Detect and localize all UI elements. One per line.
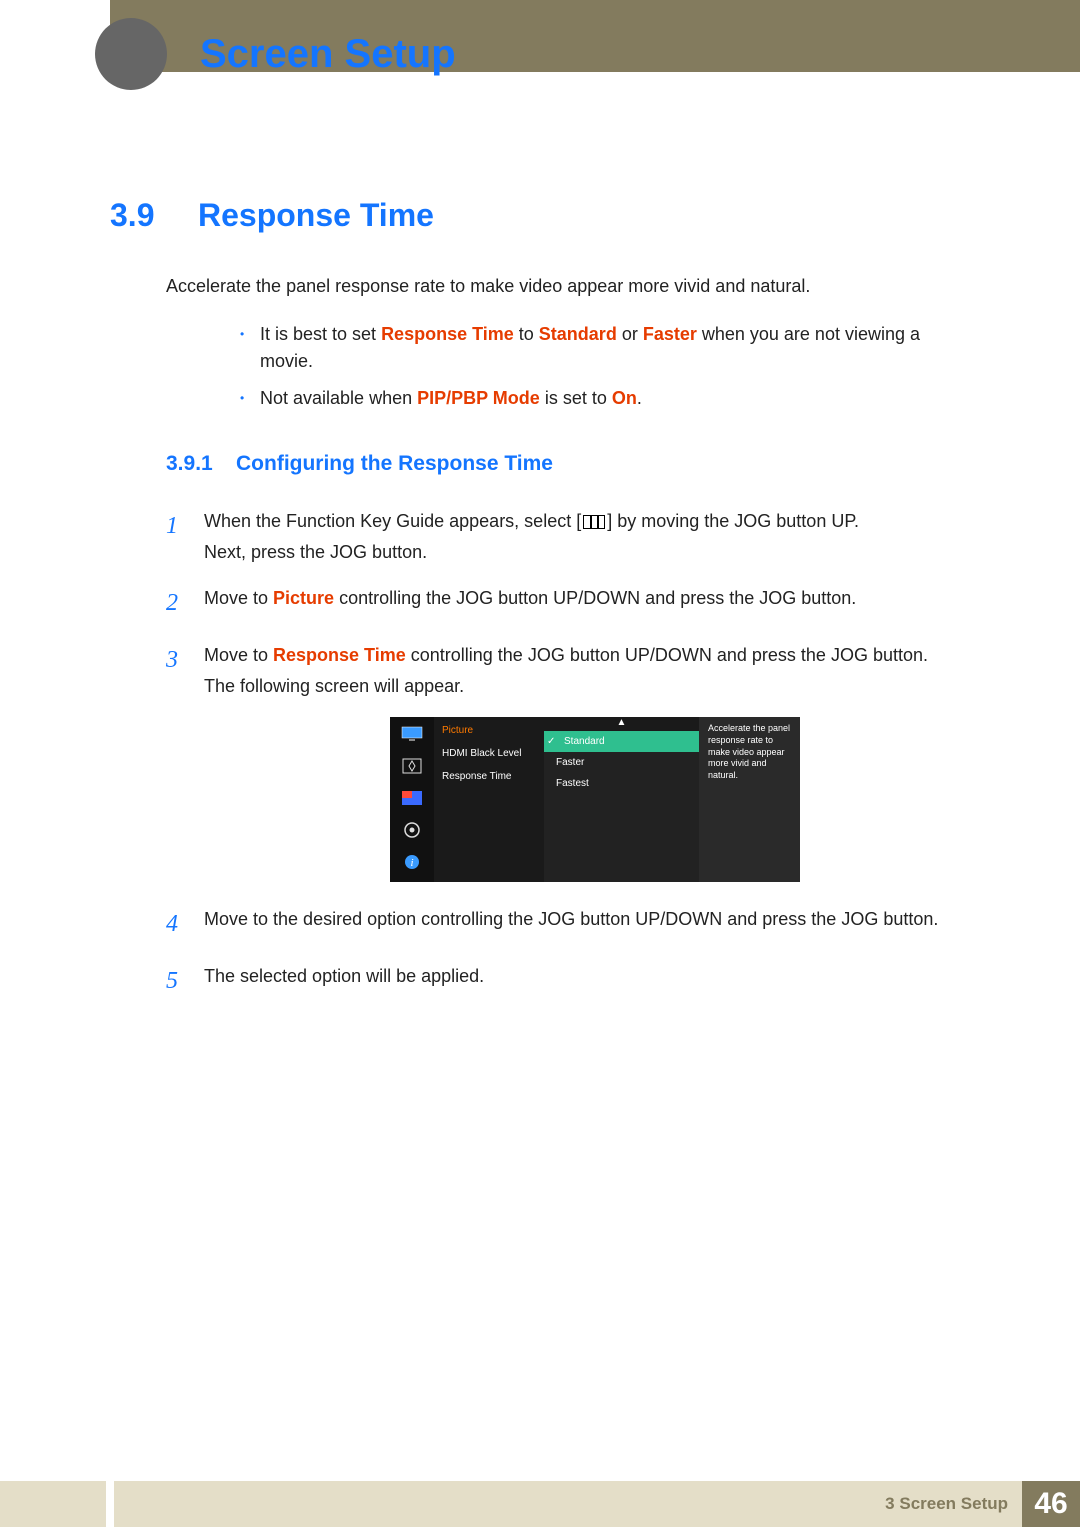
subsection-heading: 3.9.1 Configuring the Response Time bbox=[166, 452, 970, 476]
step-item: 2 Move to Picture controlling the JOG bu… bbox=[166, 583, 970, 624]
steps-list-cont: 4 Move to the desired option controlling… bbox=[166, 904, 970, 1002]
step-item: 3 Move to Response Time controlling the … bbox=[166, 640, 970, 701]
step-number: 3 bbox=[166, 640, 204, 701]
header-bar bbox=[0, 0, 1080, 72]
subsection-title: Configuring the Response Time bbox=[236, 452, 553, 476]
text: ] by moving the JOG button UP. bbox=[607, 511, 859, 531]
footer-left-stub bbox=[0, 1481, 106, 1527]
highlight: Faster bbox=[643, 324, 697, 344]
footer-gap bbox=[110, 1481, 114, 1527]
footer-bar: 3 Screen Setup 46 bbox=[110, 1481, 1080, 1527]
highlight: PIP/PBP Mode bbox=[417, 388, 540, 408]
highlight: Response Time bbox=[273, 645, 406, 665]
section-heading: 3.9 Response Time bbox=[110, 197, 970, 234]
osd-screenshot: i Picture HDMI Black Level Response Time… bbox=[390, 717, 800, 882]
osd-arrow-up: ▲ bbox=[544, 717, 699, 731]
subsection-number: 3.9.1 bbox=[166, 452, 236, 476]
step-number: 4 bbox=[166, 904, 204, 945]
text: . bbox=[637, 388, 642, 408]
page-content: 3.9 Response Time Accelerate the panel r… bbox=[0, 72, 1080, 1002]
osd-option-selected: Standard bbox=[544, 731, 699, 752]
text: to bbox=[514, 324, 539, 344]
note-item: Not available when PIP/PBP Mode is set t… bbox=[240, 385, 970, 412]
highlight: Response Time bbox=[381, 324, 514, 344]
svg-text:i: i bbox=[410, 857, 413, 869]
osd-option: Fastest bbox=[544, 773, 699, 794]
chapter-badge-circle bbox=[95, 18, 167, 90]
step-number: 1 bbox=[166, 506, 204, 567]
text: controlling the JOG button UP/DOWN and p… bbox=[406, 645, 928, 665]
step-item: 4 Move to the desired option controlling… bbox=[166, 904, 970, 945]
osd-menu-items: Picture HDMI Black Level Response Time bbox=[434, 717, 544, 882]
info-icon: i bbox=[401, 853, 423, 871]
osd-menu-item: HDMI Black Level bbox=[434, 742, 544, 765]
step-body: The selected option will be applied. bbox=[204, 961, 970, 1002]
section-title: Response Time bbox=[198, 197, 434, 234]
step-body: When the Function Key Guide appears, sel… bbox=[204, 506, 970, 567]
osd-sidebar: i bbox=[390, 717, 434, 882]
text: or bbox=[617, 324, 643, 344]
highlight: Picture bbox=[273, 588, 334, 608]
monitor-icon bbox=[401, 725, 423, 743]
section-intro: Accelerate the panel response rate to ma… bbox=[166, 274, 970, 299]
step-body: Move to the desired option controlling t… bbox=[204, 904, 970, 945]
text: Not available when bbox=[260, 388, 417, 408]
osd-help-panel: Accelerate the panel response rate to ma… bbox=[700, 717, 800, 882]
text: The following screen will appear. bbox=[204, 676, 464, 696]
text: When the Function Key Guide appears, sel… bbox=[204, 511, 581, 531]
step-number: 5 bbox=[166, 961, 204, 1002]
osd-option: Faster bbox=[544, 752, 699, 773]
pip-icon bbox=[401, 789, 423, 807]
text: controlling the JOG button UP/DOWN and p… bbox=[334, 588, 856, 608]
text: is set to bbox=[540, 388, 612, 408]
text: Move to bbox=[204, 588, 273, 608]
text: Move to bbox=[204, 645, 273, 665]
highlight: On bbox=[612, 388, 637, 408]
section-number: 3.9 bbox=[110, 197, 198, 234]
osd-category: Picture bbox=[434, 723, 544, 742]
osd-options: ▲ Standard Faster Fastest bbox=[544, 717, 699, 882]
osd-menu-item: Response Time bbox=[434, 765, 544, 788]
osd-main: Picture HDMI Black Level Response Time ▲… bbox=[434, 717, 700, 882]
note-item: It is best to set Response Time to Stand… bbox=[240, 321, 970, 375]
step-item: 1 When the Function Key Guide appears, s… bbox=[166, 506, 970, 567]
text: It is best to set bbox=[260, 324, 381, 344]
steps-list: 1 When the Function Key Guide appears, s… bbox=[166, 506, 970, 701]
chapter-title: Screen Setup bbox=[200, 32, 456, 77]
footer-chapter-label: 3 Screen Setup bbox=[885, 1494, 1008, 1514]
page-number: 46 bbox=[1022, 1481, 1080, 1527]
text: Next, press the JOG button. bbox=[204, 542, 427, 562]
step-body: Move to Picture controlling the JOG butt… bbox=[204, 583, 970, 624]
step-number: 2 bbox=[166, 583, 204, 624]
window-icon bbox=[401, 757, 423, 775]
highlight: Standard bbox=[539, 324, 617, 344]
step-item: 5 The selected option will be applied. bbox=[166, 961, 970, 1002]
header-left-notch bbox=[0, 0, 110, 72]
menu-icon bbox=[583, 515, 605, 529]
osd-option-label: Standard bbox=[564, 736, 605, 747]
step-body: Move to Response Time controlling the JO… bbox=[204, 640, 970, 701]
gear-icon bbox=[401, 821, 423, 839]
notes-list: It is best to set Response Time to Stand… bbox=[240, 321, 970, 412]
